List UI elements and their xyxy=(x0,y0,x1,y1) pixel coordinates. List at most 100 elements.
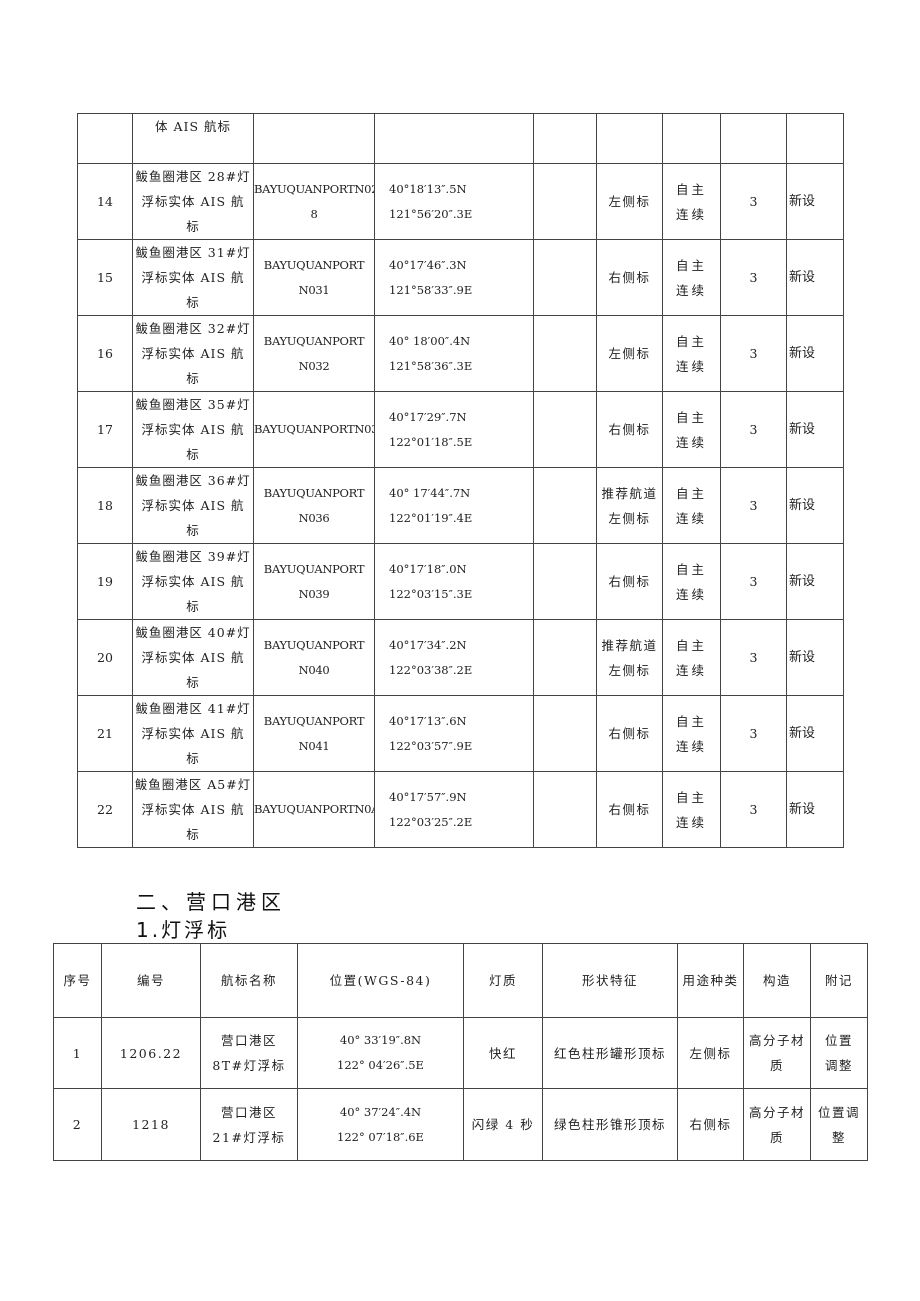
cell-count: 3 xyxy=(720,163,787,240)
subsection-heading: 1.灯浮标 xyxy=(136,918,231,942)
cell-no: 20 xyxy=(77,619,133,696)
cell-count: 3 xyxy=(720,771,787,848)
table-row: 15 鲅鱼圈港区 31#灯 浮标实体 AIS 航 标 BAYUQUANPORT N0… xyxy=(77,239,844,316)
cell-remark: 新设 xyxy=(786,695,844,772)
cell-use: 推荐航道 左侧标 xyxy=(596,467,663,544)
header-no: 序号 xyxy=(53,943,102,1018)
header-shape: 形状特征 xyxy=(542,943,678,1018)
cell-position: 40°17′13″.6N 122°03′57″.9E xyxy=(374,695,534,772)
cell-code: 1218 xyxy=(101,1088,201,1161)
cell-no: 18 xyxy=(77,467,133,544)
cell-blank xyxy=(533,315,597,392)
cell-blank xyxy=(533,467,597,544)
cell-position: 40°17′34″.2N 122°03′38″.2E xyxy=(374,619,534,696)
header-light: 灯质 xyxy=(463,943,543,1018)
cell-code: BAYUQUANPORT N031 xyxy=(253,239,375,316)
cell-name: 鲅鱼圈港区 A5#灯 浮标实体 AIS 航 标 xyxy=(132,771,254,848)
cell-remark: 新设 xyxy=(786,467,844,544)
cell-mode: 自主 连续 xyxy=(662,391,721,468)
header-name: 航标名称 xyxy=(200,943,298,1018)
light-buoy-table: 序号 编号 航标名称 位置(WGS-84) 灯质 形状特征 用途种类 构造 附记… xyxy=(53,943,868,1161)
cell-count: 3 xyxy=(720,619,787,696)
cell-code: 1206.22 xyxy=(101,1017,201,1089)
cell-count: 3 xyxy=(720,467,787,544)
cell-no: 21 xyxy=(77,695,133,772)
cell-count: 3 xyxy=(720,543,787,620)
cell-remark xyxy=(786,113,844,164)
cell-code: BAYUQUANPORT N032 xyxy=(253,315,375,392)
cell-position: 40°17′29″.7N 122°01′18″.5E xyxy=(374,391,534,468)
cell-name: 鲅鱼圈港区 40#灯 浮标实体 AIS 航 标 xyxy=(132,619,254,696)
cell-code: BAYUQUANPORTN02 8 xyxy=(253,163,375,240)
cell-position: 40° 18′00″.4N 121°58′36″.3E xyxy=(374,315,534,392)
cell-use: 右侧标 xyxy=(596,771,663,848)
cell-use: 右侧标 xyxy=(596,239,663,316)
cell-code: BAYUQUANPORT N039 xyxy=(253,543,375,620)
cell-mode: 自主 连续 xyxy=(662,315,721,392)
cell-structure: 高分子材 质 xyxy=(743,1088,811,1161)
table-row: 1 1206.22 营口港区 8T#灯浮标 40° 33′19″.8N 122° 04… xyxy=(53,1017,868,1089)
cell-light: 闪绿 4 秒 xyxy=(463,1088,543,1161)
table-row: 20 鲅鱼圈港区 40#灯 浮标实体 AIS 航 标 BAYUQUANPORT N0… xyxy=(77,619,844,696)
table-row: 21 鲅鱼圈港区 41#灯 浮标实体 AIS 航 标 BAYUQUANPORT N0… xyxy=(77,695,844,772)
cell-mode: 自主 连续 xyxy=(662,619,721,696)
cell-position: 40°17′18″.0N 122°03′15″.3E xyxy=(374,543,534,620)
cell-blank xyxy=(533,771,597,848)
cell-light: 快红 xyxy=(463,1017,543,1089)
cell-no: 1 xyxy=(53,1017,102,1089)
cell-count: 3 xyxy=(720,695,787,772)
cell-code: BAYUQUANPORT N041 xyxy=(253,695,375,772)
cell-name: 营口港区 8T#灯浮标 xyxy=(200,1017,298,1089)
cell-position: 40° 37′24″.4N 122° 07′18″.6E xyxy=(297,1088,464,1161)
cell-mode: 自主 连续 xyxy=(662,695,721,772)
cell-use xyxy=(596,113,663,164)
cell-count xyxy=(720,113,787,164)
table-row: 19 鲅鱼圈港区 39#灯 浮标实体 AIS 航 标 BAYUQUANPORT N0… xyxy=(77,543,844,620)
cell-name: 鲅鱼圈港区 41#灯 浮标实体 AIS 航 标 xyxy=(132,695,254,772)
cell-blank xyxy=(533,695,597,772)
cell-mode: 自主 连续 xyxy=(662,163,721,240)
cell-no: 16 xyxy=(77,315,133,392)
cell-structure: 高分子材 质 xyxy=(743,1017,811,1089)
cell-mode: 自主 连续 xyxy=(662,543,721,620)
cell-code: BAYUQUANPORTN035 xyxy=(253,391,375,468)
cell-no: 17 xyxy=(77,391,133,468)
cell-remark: 新设 xyxy=(786,315,844,392)
cell-remark: 新设 xyxy=(786,619,844,696)
cell-mode: 自主 连续 xyxy=(662,239,721,316)
cell-remark: 新设 xyxy=(786,391,844,468)
table-row: 22 鲅鱼圈港区 A5#灯 浮标实体 AIS 航 标 BAYUQUANPORTN0A… xyxy=(77,771,844,848)
cell-name: 鲅鱼圈港区 36#灯 浮标实体 AIS 航 标 xyxy=(132,467,254,544)
table-header-row: 序号 编号 航标名称 位置(WGS-84) 灯质 形状特征 用途种类 构造 附记 xyxy=(53,943,868,1018)
cell-remark: 新设 xyxy=(786,543,844,620)
cell-no xyxy=(77,113,133,164)
header-structure: 构造 xyxy=(743,943,811,1018)
cell-position: 40°17′46″.3N 121°58′33″.9E xyxy=(374,239,534,316)
cell-name: 营口港区 21#灯浮标 xyxy=(200,1088,298,1161)
cell-shape: 红色柱形罐形顶标 xyxy=(542,1017,678,1089)
cell-no: 22 xyxy=(77,771,133,848)
cell-remark: 位置 调整 xyxy=(810,1017,868,1089)
cell-use: 左侧标 xyxy=(596,163,663,240)
cell-code: BAYUQUANPORT N036 xyxy=(253,467,375,544)
table-row: 16 鲅鱼圈港区 32#灯 浮标实体 AIS 航 标 BAYUQUANPORT N0… xyxy=(77,315,844,392)
cell-position xyxy=(374,113,534,164)
table-row: 14 鲅鱼圈港区 28#灯 浮标实体 AIS 航 标 BAYUQUANPORTN02… xyxy=(77,163,844,240)
cell-no: 15 xyxy=(77,239,133,316)
cell-count: 3 xyxy=(720,239,787,316)
cell-blank xyxy=(533,543,597,620)
cell-name: 鲅鱼圈港区 39#灯 浮标实体 AIS 航 标 xyxy=(132,543,254,620)
cell-no: 14 xyxy=(77,163,133,240)
cell-position: 40° 17′44″.7N 122°01′19″.4E xyxy=(374,467,534,544)
cell-code: BAYUQUANPORTN0A5 xyxy=(253,771,375,848)
table-row: 体 AIS 航标 xyxy=(77,113,844,164)
cell-blank xyxy=(533,163,597,240)
cell-remark: 新设 xyxy=(786,771,844,848)
cell-no: 19 xyxy=(77,543,133,620)
cell-use: 右侧标 xyxy=(596,391,663,468)
cell-remark: 新设 xyxy=(786,163,844,240)
cell-count: 3 xyxy=(720,391,787,468)
cell-use: 推荐航道 左侧标 xyxy=(596,619,663,696)
cell-position: 40° 33′19″.8N 122° 04′26″.5E xyxy=(297,1017,464,1089)
table-row: 18 鲅鱼圈港区 36#灯 浮标实体 AIS 航 标 BAYUQUANPORT N0… xyxy=(77,467,844,544)
